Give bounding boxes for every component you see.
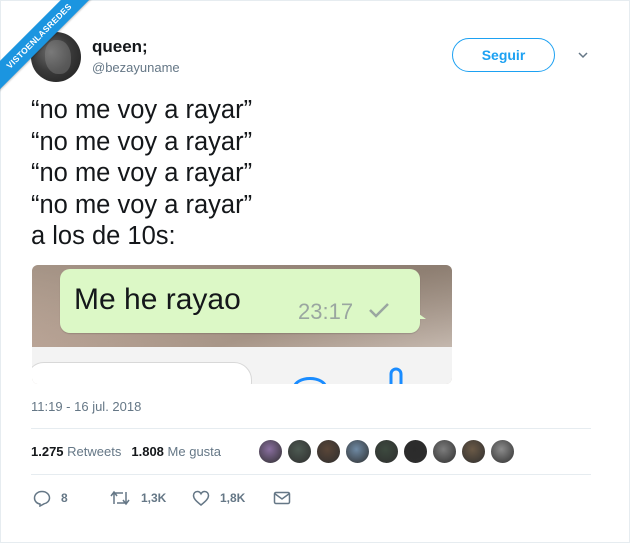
tweet-line: a los de 10s: (31, 222, 176, 250)
watermark-ribbon: VISTOENLASREDES (0, 0, 110, 110)
liker-avatar[interactable] (287, 439, 312, 464)
watermark-text: VISTOENLASREDES (0, 0, 107, 104)
like-count: 1,8K (220, 491, 246, 505)
retweets-label: Retweets (67, 444, 122, 459)
liker-avatar[interactable] (490, 439, 515, 464)
retweet-button[interactable]: 1,3K (109, 488, 166, 508)
liker-avatar[interactable] (403, 439, 428, 464)
microphone-icon (389, 367, 403, 384)
liker-avatar[interactable] (374, 439, 399, 464)
tweet-line: “no me voy a rayar” (31, 190, 253, 219)
message-button[interactable] (273, 488, 301, 508)
divider (31, 474, 591, 475)
likes-count: 1.808 (131, 444, 164, 459)
message-bubble: Me he rayao 23:17 (60, 269, 420, 333)
heart-icon (192, 490, 210, 506)
divider (31, 428, 591, 429)
liker-avatar[interactable] (345, 439, 370, 464)
message-time: 23:17 (298, 299, 354, 324)
chat-input-field (32, 362, 252, 384)
checkmark-icon (369, 303, 389, 318)
liker-avatar[interactable] (316, 439, 341, 464)
liker-avatar[interactable] (461, 439, 486, 464)
message-text: Me he rayao (74, 283, 241, 316)
like-button[interactable]: 1,8K (192, 488, 245, 508)
reply-button[interactable]: 8 (33, 488, 68, 508)
retweets-count: 1.275 (31, 444, 64, 459)
liker-avatar[interactable] (432, 439, 457, 464)
media-image[interactable]: Me he rayao 23:17 (32, 265, 452, 384)
tweet-line: “no me voy a rayar” (31, 159, 253, 187)
tweet-timestamp[interactable]: 11:19 - 16 jul. 2018 (31, 399, 141, 414)
retweet-icon (110, 490, 130, 506)
retweets-stat[interactable]: 1.275 Retweets (31, 444, 121, 459)
tweet-stats: 1.275 Retweets 1.808 Me gusta (31, 444, 221, 459)
follow-button[interactable]: Seguir (452, 38, 555, 72)
likes-stat[interactable]: 1.808 Me gusta (131, 444, 221, 459)
tweet-text: “no me voy a rayar” “no me voy a rayar” … (31, 95, 252, 253)
message-bubble-tail (412, 309, 426, 319)
chevron-down-icon[interactable] (577, 49, 589, 61)
likes-label: Me gusta (167, 444, 222, 459)
tweet-line: “no me voy a rayar” (31, 127, 253, 156)
reply-count: 8 (61, 491, 68, 505)
reply-icon (33, 490, 51, 507)
camera-icon (293, 377, 327, 384)
retweet-count: 1,3K (141, 491, 167, 505)
envelope-icon (273, 491, 291, 505)
liker-avatar[interactable] (258, 439, 283, 464)
